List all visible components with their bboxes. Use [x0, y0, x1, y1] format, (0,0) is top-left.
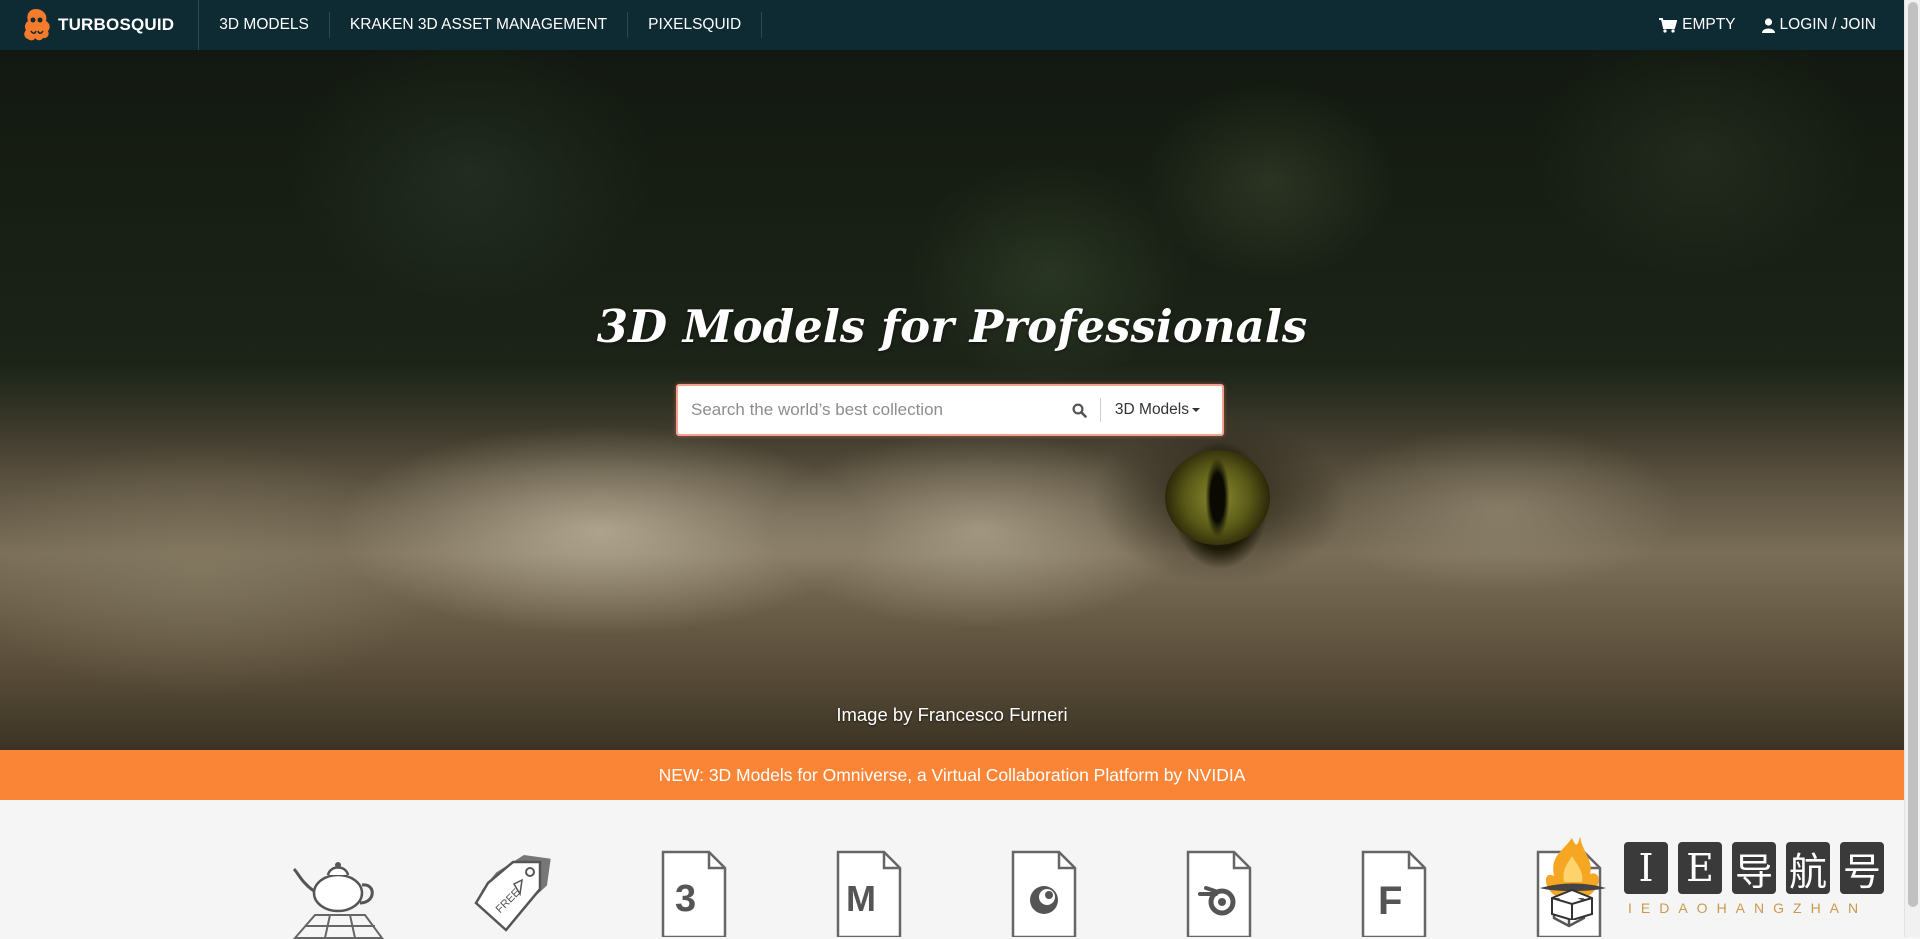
nav-link-pixelsquid[interactable]: PIXELSQUID: [628, 12, 763, 38]
maya-letter: M: [846, 878, 876, 919]
login-join-label: LOGIN / JOIN: [1779, 16, 1876, 33]
search-icon: [1072, 402, 1088, 418]
search-bar: 3D Models: [676, 384, 1224, 436]
nav-link-kraken[interactable]: KRAKEN 3D ASSET MANAGEMENT: [330, 12, 629, 38]
free-tag-icon[interactable]: FREE: [474, 850, 554, 937]
fbx-file-icon[interactable]: F: [1354, 850, 1434, 937]
watermark-char: 号: [1840, 842, 1884, 894]
brand-name: TURBOSQUID: [58, 15, 175, 34]
fbx-letter: F: [1378, 879, 1402, 923]
cinema4d-file-icon[interactable]: [1004, 850, 1084, 937]
search-button[interactable]: [1060, 386, 1100, 434]
watermark-char: 航: [1786, 842, 1830, 894]
top-navigation-bar: TURBOSQUID 3D MODELS KRAKEN 3D ASSET MAN…: [0, 0, 1904, 50]
watermark-overlay: I E 导 航 号 IEDAOHANGZHAN: [1532, 830, 1902, 937]
watermark-char: E: [1678, 842, 1722, 894]
scrollbar-thumb[interactable]: [1908, 2, 1918, 907]
maya-file-icon[interactable]: M: [829, 850, 909, 937]
nav-link-3d-models[interactable]: 3D MODELS: [199, 12, 330, 38]
omniverse-banner[interactable]: NEW: 3D Models for Omniverse, a Virtual …: [0, 750, 1904, 800]
squid-logo-icon: [24, 9, 50, 41]
3ds-max-file-icon[interactable]: 3: [654, 850, 734, 937]
image-credit: Image by Francesco Furneri: [836, 704, 1068, 725]
watermark-char: I: [1624, 842, 1668, 894]
3ds-max-letter: 3: [675, 878, 696, 920]
search-input[interactable]: [678, 386, 1060, 434]
cart-icon: [1659, 17, 1678, 33]
cart-status-label: EMPTY: [1682, 16, 1736, 33]
cart-button[interactable]: EMPTY: [1659, 16, 1736, 34]
flame-logo-icon: [1540, 836, 1606, 920]
vertical-scrollbar[interactable]: [1904, 0, 1920, 937]
crocodile-eye: [1165, 450, 1270, 545]
watermark-char: 导: [1732, 842, 1776, 894]
banner-text: NEW: 3D Models for Omniverse, a Virtual …: [658, 764, 1246, 785]
watermark-subtitle: IEDAOHANGZHAN: [1628, 900, 1868, 916]
blender-file-icon[interactable]: [1179, 850, 1259, 937]
search-type-label: 3D Models: [1114, 401, 1189, 418]
teapot-icon[interactable]: [290, 852, 386, 939]
search-type-dropdown[interactable]: 3D Models: [1101, 401, 1222, 419]
nav-account-area: EMPTY LOGIN / JOIN: [1633, 16, 1904, 34]
hero-title: 3D Models for Professionals: [596, 300, 1308, 353]
user-icon: [1761, 17, 1775, 33]
turbosquid-logo[interactable]: TURBOSQUID: [0, 0, 200, 50]
login-join-link[interactable]: LOGIN / JOIN: [1761, 16, 1876, 34]
caret-down-icon: [1192, 408, 1200, 412]
